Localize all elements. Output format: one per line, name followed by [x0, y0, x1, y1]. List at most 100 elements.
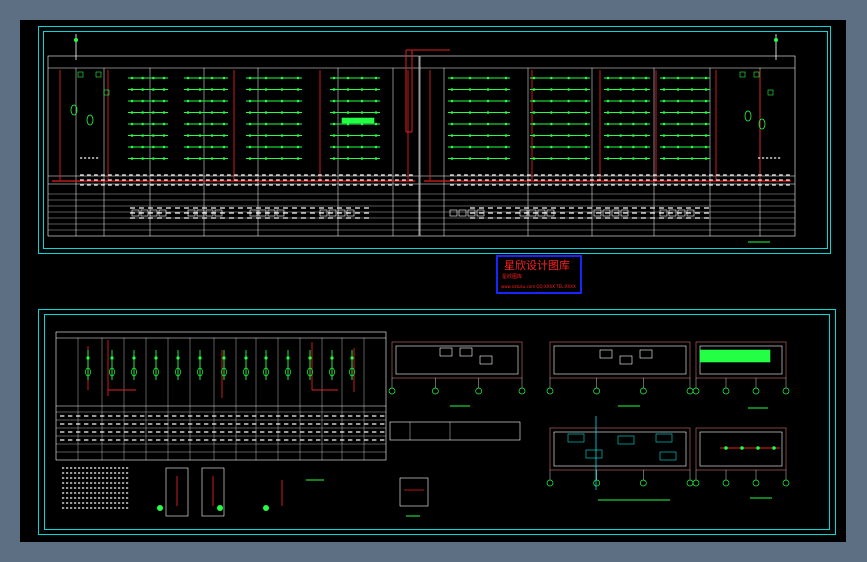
- breaker-symbol: [450, 76, 454, 80]
- breaker-symbol: [704, 76, 708, 80]
- axis-bubble: [518, 387, 526, 395]
- breaker-symbol: [532, 157, 536, 160]
- breaker-symbol: [248, 88, 252, 91]
- breaker-symbol: [210, 122, 214, 126]
- breaker-symbol: [532, 99, 536, 103]
- hv-breaker-symbol: [308, 356, 312, 360]
- breaker-symbol: [632, 99, 635, 103]
- breaker-symbol: [644, 88, 648, 91]
- breaker-symbol: [264, 99, 268, 103]
- breaker-symbol: [567, 157, 570, 160]
- watermark-contact: www.xxtuku.com QQ:XXXX TEL:XXXX: [501, 284, 576, 289]
- cad-drawing-viewport[interactable]: 星欣设计图库 星欣图库 www.xxtuku.com QQ:XXXX TEL:X…: [20, 20, 846, 542]
- breaker-symbol: [141, 122, 144, 126]
- breaker-symbol: [296, 99, 300, 103]
- breaker-symbol: [644, 145, 648, 149]
- breaker-symbol: [130, 111, 134, 114]
- breaker-symbol: [296, 88, 300, 91]
- breaker-symbol: [468, 99, 472, 103]
- breaker-symbol: [296, 134, 300, 137]
- breaker-symbol: [198, 145, 202, 149]
- gis-block: [699, 349, 771, 363]
- breaker-symbol: [644, 99, 648, 103]
- breaker-symbol: [532, 88, 536, 91]
- breaker-symbol: [468, 134, 472, 137]
- hv-breaker-symbol: [154, 356, 158, 360]
- breaker-symbol: [468, 76, 472, 80]
- breaker-symbol: [280, 76, 284, 80]
- breaker-symbol: [198, 111, 202, 114]
- breaker-symbol: [346, 157, 350, 160]
- capacitor-bank-bar: [341, 117, 375, 124]
- breaker-symbol: [198, 99, 202, 103]
- breaker-symbol: [567, 76, 570, 80]
- breaker-symbol: [198, 88, 202, 91]
- breaker-symbol: [186, 99, 190, 103]
- breaker-symbol: [360, 134, 364, 137]
- breaker-symbol: [690, 157, 694, 160]
- breaker-symbol: [296, 145, 300, 149]
- transformer-symbol-2: [744, 110, 752, 122]
- breaker-symbol: [280, 134, 284, 137]
- axis-bubble: [752, 479, 760, 487]
- breaker-symbol: [162, 88, 166, 91]
- breaker-symbol: [248, 145, 252, 149]
- breaker-symbol: [332, 76, 336, 80]
- breaker-symbol: [619, 145, 622, 149]
- breaker-symbol: [704, 111, 708, 114]
- substation-plan-4-inner: [553, 431, 687, 467]
- breaker-symbol: [532, 76, 536, 80]
- breaker-symbol: [141, 88, 144, 91]
- watermark-stamp: 星欣设计图库 星欣图库 www.xxtuku.com QQ:XXXX TEL:X…: [496, 255, 582, 294]
- breaker-symbol: [346, 134, 350, 137]
- breaker-symbol: [162, 134, 166, 137]
- incoming-breaker-right: [774, 38, 778, 42]
- breaker-symbol: [152, 111, 155, 114]
- breaker-symbol: [690, 76, 694, 80]
- breaker-symbol: [360, 111, 364, 114]
- breaker-symbol: [504, 157, 508, 160]
- breaker-symbol: [584, 76, 588, 80]
- breaker-symbol: [332, 88, 336, 91]
- breaker-symbol: [222, 76, 226, 80]
- breaker-symbol: [619, 122, 622, 126]
- breaker-symbol: [644, 134, 648, 137]
- breaker-symbol: [280, 145, 284, 149]
- breaker-symbol: [280, 157, 284, 160]
- breaker-symbol: [248, 134, 252, 137]
- hv-breaker-symbol: [244, 356, 248, 360]
- axis-bubble: [546, 387, 554, 395]
- breaker-symbol: [486, 122, 490, 126]
- breaker-symbol: [360, 145, 364, 149]
- breaker-symbol: [584, 99, 588, 103]
- breaker-symbol: [584, 145, 588, 149]
- breaker-symbol: [346, 76, 350, 80]
- axis-bubble: [722, 479, 730, 487]
- breaker-symbol: [141, 111, 144, 114]
- breaker-symbol: [606, 88, 610, 91]
- breaker-symbol: [704, 88, 708, 91]
- hv-breaker-symbol: [286, 356, 290, 360]
- breaker-symbol: [567, 122, 570, 126]
- breaker-symbol: [152, 145, 155, 149]
- breaker-symbol: [450, 111, 454, 114]
- breaker-symbol: [374, 134, 378, 137]
- breaker-symbol: [468, 145, 472, 149]
- breaker-symbol: [210, 134, 214, 137]
- breaker-symbol: [662, 76, 666, 80]
- breaker-symbol: [210, 76, 214, 80]
- breaker-symbol: [332, 157, 336, 160]
- cable-trench-block-3: [655, 433, 673, 443]
- hv-breaker-symbol: [176, 356, 180, 360]
- breaker-symbol: [450, 145, 454, 149]
- breaker-symbol: [186, 88, 190, 91]
- breaker-symbol: [504, 76, 508, 80]
- breaker-symbol: [360, 76, 364, 80]
- breaker-symbol: [468, 122, 472, 126]
- breaker-symbol: [152, 88, 155, 91]
- hv-breaker-symbol: [264, 356, 268, 360]
- breaker-symbol: [296, 122, 300, 126]
- axis-bubble: [593, 387, 601, 395]
- breaker-symbol: [280, 122, 284, 126]
- breaker-symbol: [632, 76, 635, 80]
